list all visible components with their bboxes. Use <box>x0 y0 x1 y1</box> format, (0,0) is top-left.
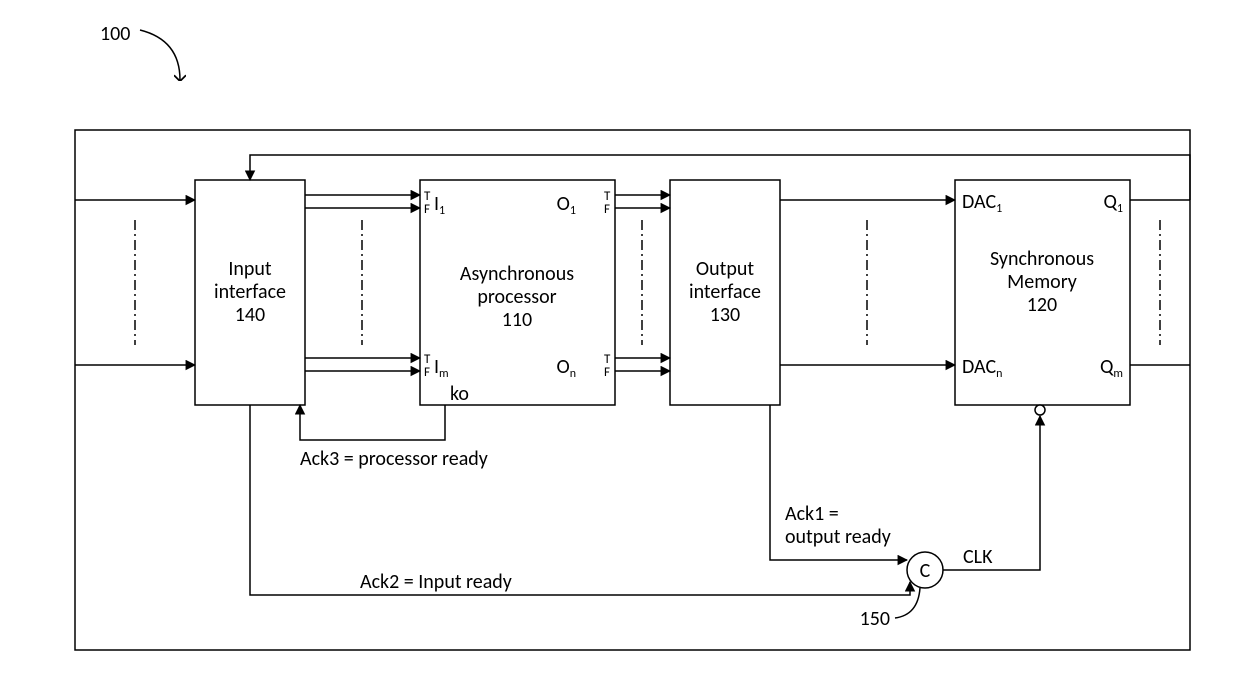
figure-ref: 100 <box>100 22 130 46</box>
output-if-ref: 130 <box>710 303 740 327</box>
block-input-interface: Input interface 140 <box>195 180 305 405</box>
mem-title-1: Synchronous <box>990 247 1094 271</box>
label-ack3: Ack3 = processor ready <box>300 447 488 471</box>
mem-clk-bubble <box>1035 405 1045 415</box>
proc-in-top-F: F <box>424 202 430 217</box>
label-ack1-l2: output ready <box>785 525 891 549</box>
output-if-title-2: interface <box>689 280 761 304</box>
proc-ref: 110 <box>502 308 532 332</box>
proc-title-1: Asynchronous <box>460 262 574 286</box>
label-ack1-l1: Ack1 = <box>785 502 839 526</box>
block-output-interface: Output interface 130 <box>670 180 780 405</box>
proc-title-2: processor <box>477 285 556 309</box>
block-sync-memory: Synchronous Memory 120 DAC1 DACn Q1 Qm <box>955 180 1130 415</box>
label-ack2: Ack2 = Input ready <box>360 570 512 594</box>
mem-ref: 120 <box>1027 293 1057 317</box>
c-element-ref: 150 <box>860 607 890 631</box>
mem-title-2: Memory <box>1007 270 1077 294</box>
input-if-title-1: Input <box>228 257 272 281</box>
proc-ko: ko <box>450 382 469 406</box>
input-if-ref: 140 <box>235 303 265 327</box>
c-element: C <box>907 552 943 588</box>
c-element-label: C <box>920 559 931 583</box>
proc-out-bot-F: F <box>604 365 610 380</box>
input-if-title-2: interface <box>214 280 286 304</box>
output-if-title-1: Output <box>696 257 754 281</box>
proc-in-bot-F: F <box>424 365 430 380</box>
label-clk: CLK <box>963 545 993 569</box>
figure-ref-arrow <box>140 30 180 80</box>
block-async-processor: Asynchronous processor 110 T F I1 T F Im… <box>420 180 615 406</box>
proc-out-top-F: F <box>604 202 610 217</box>
